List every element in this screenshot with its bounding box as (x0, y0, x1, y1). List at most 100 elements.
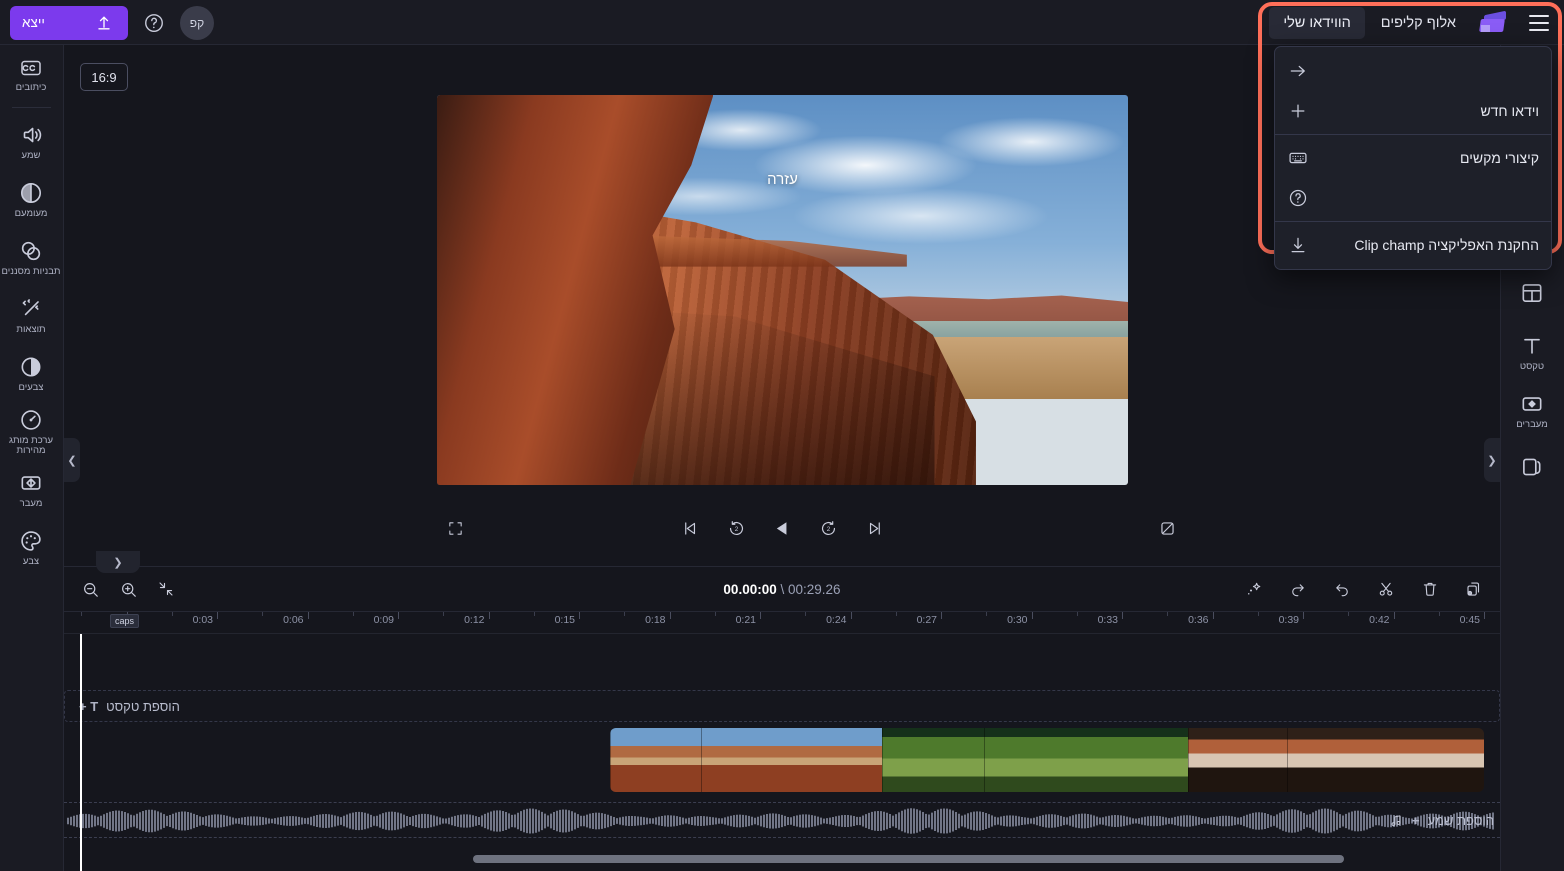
rightbar-label-text: טקסט (1519, 360, 1545, 372)
plus-icon (1287, 101, 1309, 121)
hamburger-menu-icon[interactable] (1522, 6, 1556, 40)
timeline-zoom-tools (78, 577, 178, 601)
menu-item-new-video[interactable]: וידאו חדש (1275, 91, 1551, 131)
menu-item-keyboard-shortcuts[interactable]: קיצורי מקשים (1275, 138, 1551, 178)
total-time: 00:29.26 (788, 581, 841, 597)
sidebar-item-color-adjust[interactable]: צבעים (0, 344, 63, 402)
clip-rock[interactable] (1188, 728, 1484, 792)
tab-my-video[interactable]: הווידאו שלי (1269, 6, 1365, 39)
menu-item-help[interactable] (1275, 178, 1551, 218)
menu-item-arrow[interactable] (1275, 51, 1551, 91)
svg-text:2: 2 (734, 526, 738, 533)
preview-overlay-text[interactable]: עזרה (437, 171, 1128, 188)
clip-thumbnail (1385, 728, 1484, 792)
sidebar-item-effects[interactable]: תוצאות (0, 286, 63, 344)
sidebar-item-transition[interactable]: מעבר (0, 460, 63, 518)
timeline-ruler[interactable]: 0:45 0:42 0:39 0:36 0:33 0:30 0:27 0:24 0:21 0:18… (64, 612, 1500, 634)
rewind-2s-icon: 2 (821, 520, 835, 535)
rightbar-item-layers[interactable] (1500, 439, 1564, 497)
project-title[interactable]: אלוף קליפים (1369, 15, 1468, 31)
skip-start-button[interactable] (861, 515, 887, 541)
sidebar-item-filters[interactable]: תבניות מסננים (0, 228, 63, 286)
skip-to-end-icon (684, 521, 695, 535)
clipchamp-editor: אלוף קליפים הווידאו שלי קפ ייצא וידאו חד… (0, 0, 1564, 871)
topbar-left-group: קפ ייצא (10, 0, 214, 45)
undo-button[interactable] (1330, 577, 1354, 601)
rightbar-item-templates[interactable] (1500, 265, 1564, 323)
upload-arrow-icon (98, 16, 110, 30)
video-track[interactable] (64, 728, 1500, 792)
color-balance-icon (21, 357, 41, 376)
playhead[interactable] (80, 634, 82, 871)
timeline-toolbar: 00.00:00 \ 00:29.26 (64, 567, 1500, 612)
zoom-in-button[interactable] (116, 577, 140, 601)
menu-divider-1 (1275, 134, 1551, 135)
audio-track[interactable]: + הוספת שמע (64, 802, 1500, 838)
timeline-scrollbar[interactable] (80, 855, 1484, 863)
fit-timeline-button[interactable] (154, 577, 178, 601)
forward-button[interactable]: 2 (723, 515, 749, 541)
clip-thumbnail (791, 728, 882, 792)
avatar[interactable]: קפ (180, 5, 214, 40)
split-button[interactable] (1374, 577, 1398, 601)
clip-thumbnail (1086, 728, 1188, 792)
rightbar-item-text[interactable]: טקסט (1500, 323, 1564, 381)
menu-item-install-app[interactable]: החקנת האפליקציה Clip champ (1275, 225, 1551, 265)
duplicate-button[interactable] (1462, 577, 1486, 601)
captions-icon (21, 60, 41, 75)
zoom-in-icon (121, 582, 136, 597)
export-button[interactable]: ייצא (10, 5, 128, 40)
svg-text:2: 2 (826, 526, 830, 533)
menu-item-keyboard-label: קיצורי מקשים (1460, 150, 1539, 166)
video-preview[interactable]: עזרה (437, 95, 1128, 485)
main-menu-popover: וידאו חדש קיצורי מקשים החקנת האפליקציה C… (1274, 46, 1552, 270)
delete-button[interactable] (1418, 577, 1442, 601)
sidebar-item-speed[interactable]: ערכת מותג מהירות (0, 402, 63, 460)
rightbar-label-transitions: מעברים (1516, 418, 1548, 430)
redo-button[interactable] (1286, 577, 1310, 601)
sidebar-item-captions[interactable]: כיתובים (0, 45, 63, 103)
skip-end-button[interactable] (677, 515, 703, 541)
fit-to-screen-icon (159, 582, 173, 596)
transition-icon (21, 475, 41, 490)
sidebar-label-fade: מעומעם (14, 207, 48, 219)
sidebar-label-audio: שמע (21, 149, 41, 161)
rewind-button[interactable]: 2 (815, 515, 841, 541)
add-audio-control[interactable]: + הוספת שמע (1383, 802, 1494, 838)
auto-compose-button[interactable] (1242, 577, 1266, 601)
collapse-left-panel-button[interactable]: ❯ (64, 438, 80, 482)
sidebar-label-effects: תוצאות (16, 323, 46, 335)
timeline-panel: 00.00:00 \ 00:29.26 0:45 0:42 0:39 0:36 … (64, 566, 1500, 871)
add-audio-label: הוספת שמע (1427, 812, 1494, 828)
text-track[interactable]: T + הוספת טקסט (64, 690, 1500, 722)
expand-timeline-handle[interactable]: ❮ (96, 551, 140, 573)
timeline-scrollbar-thumb[interactable] (473, 855, 1344, 863)
left-tool-rail: כיתובים שמע מעומעם תבניות מסננים תוצאות … (0, 45, 64, 871)
fullscreen-icon (448, 521, 462, 535)
filters-icon (21, 241, 41, 260)
menu-item-new-video-label: וידאו חדש (1480, 103, 1539, 119)
clip-canyon[interactable] (610, 728, 882, 792)
clip-rice[interactable] (882, 728, 1188, 792)
audio-clip[interactable] (64, 802, 1500, 838)
sidebar-item-color[interactable]: צבע (0, 518, 63, 576)
add-text-placeholder[interactable]: T + הוספת טקסט (64, 690, 1500, 722)
aspect-ratio-button[interactable]: 16:9 (80, 63, 128, 91)
player-controls: 2 2 (64, 515, 1500, 557)
layers-icon (1523, 458, 1541, 475)
caps-marker[interactable]: caps (110, 614, 140, 628)
zoom-out-button[interactable] (78, 577, 102, 601)
scissors-icon (1379, 582, 1393, 596)
sidebar-item-audio[interactable]: שמע (0, 112, 63, 170)
help-circle-icon[interactable] (140, 9, 168, 37)
collapse-right-panel-button[interactable]: ❮ (1484, 438, 1500, 482)
rightbar-item-transitions[interactable]: מעברים (1500, 381, 1564, 439)
add-audio-prefix: + (1412, 812, 1420, 828)
effects-wand-icon (22, 298, 39, 315)
video-clip-strip[interactable] (610, 728, 1484, 792)
play-button[interactable] (769, 515, 795, 541)
topbar-right-group: אלוף קליפים הווידאו שלי (1269, 0, 1556, 45)
mute-button[interactable] (1154, 515, 1180, 541)
sidebar-item-fade[interactable]: מעומעם (0, 170, 63, 228)
fullscreen-button[interactable] (442, 515, 468, 541)
